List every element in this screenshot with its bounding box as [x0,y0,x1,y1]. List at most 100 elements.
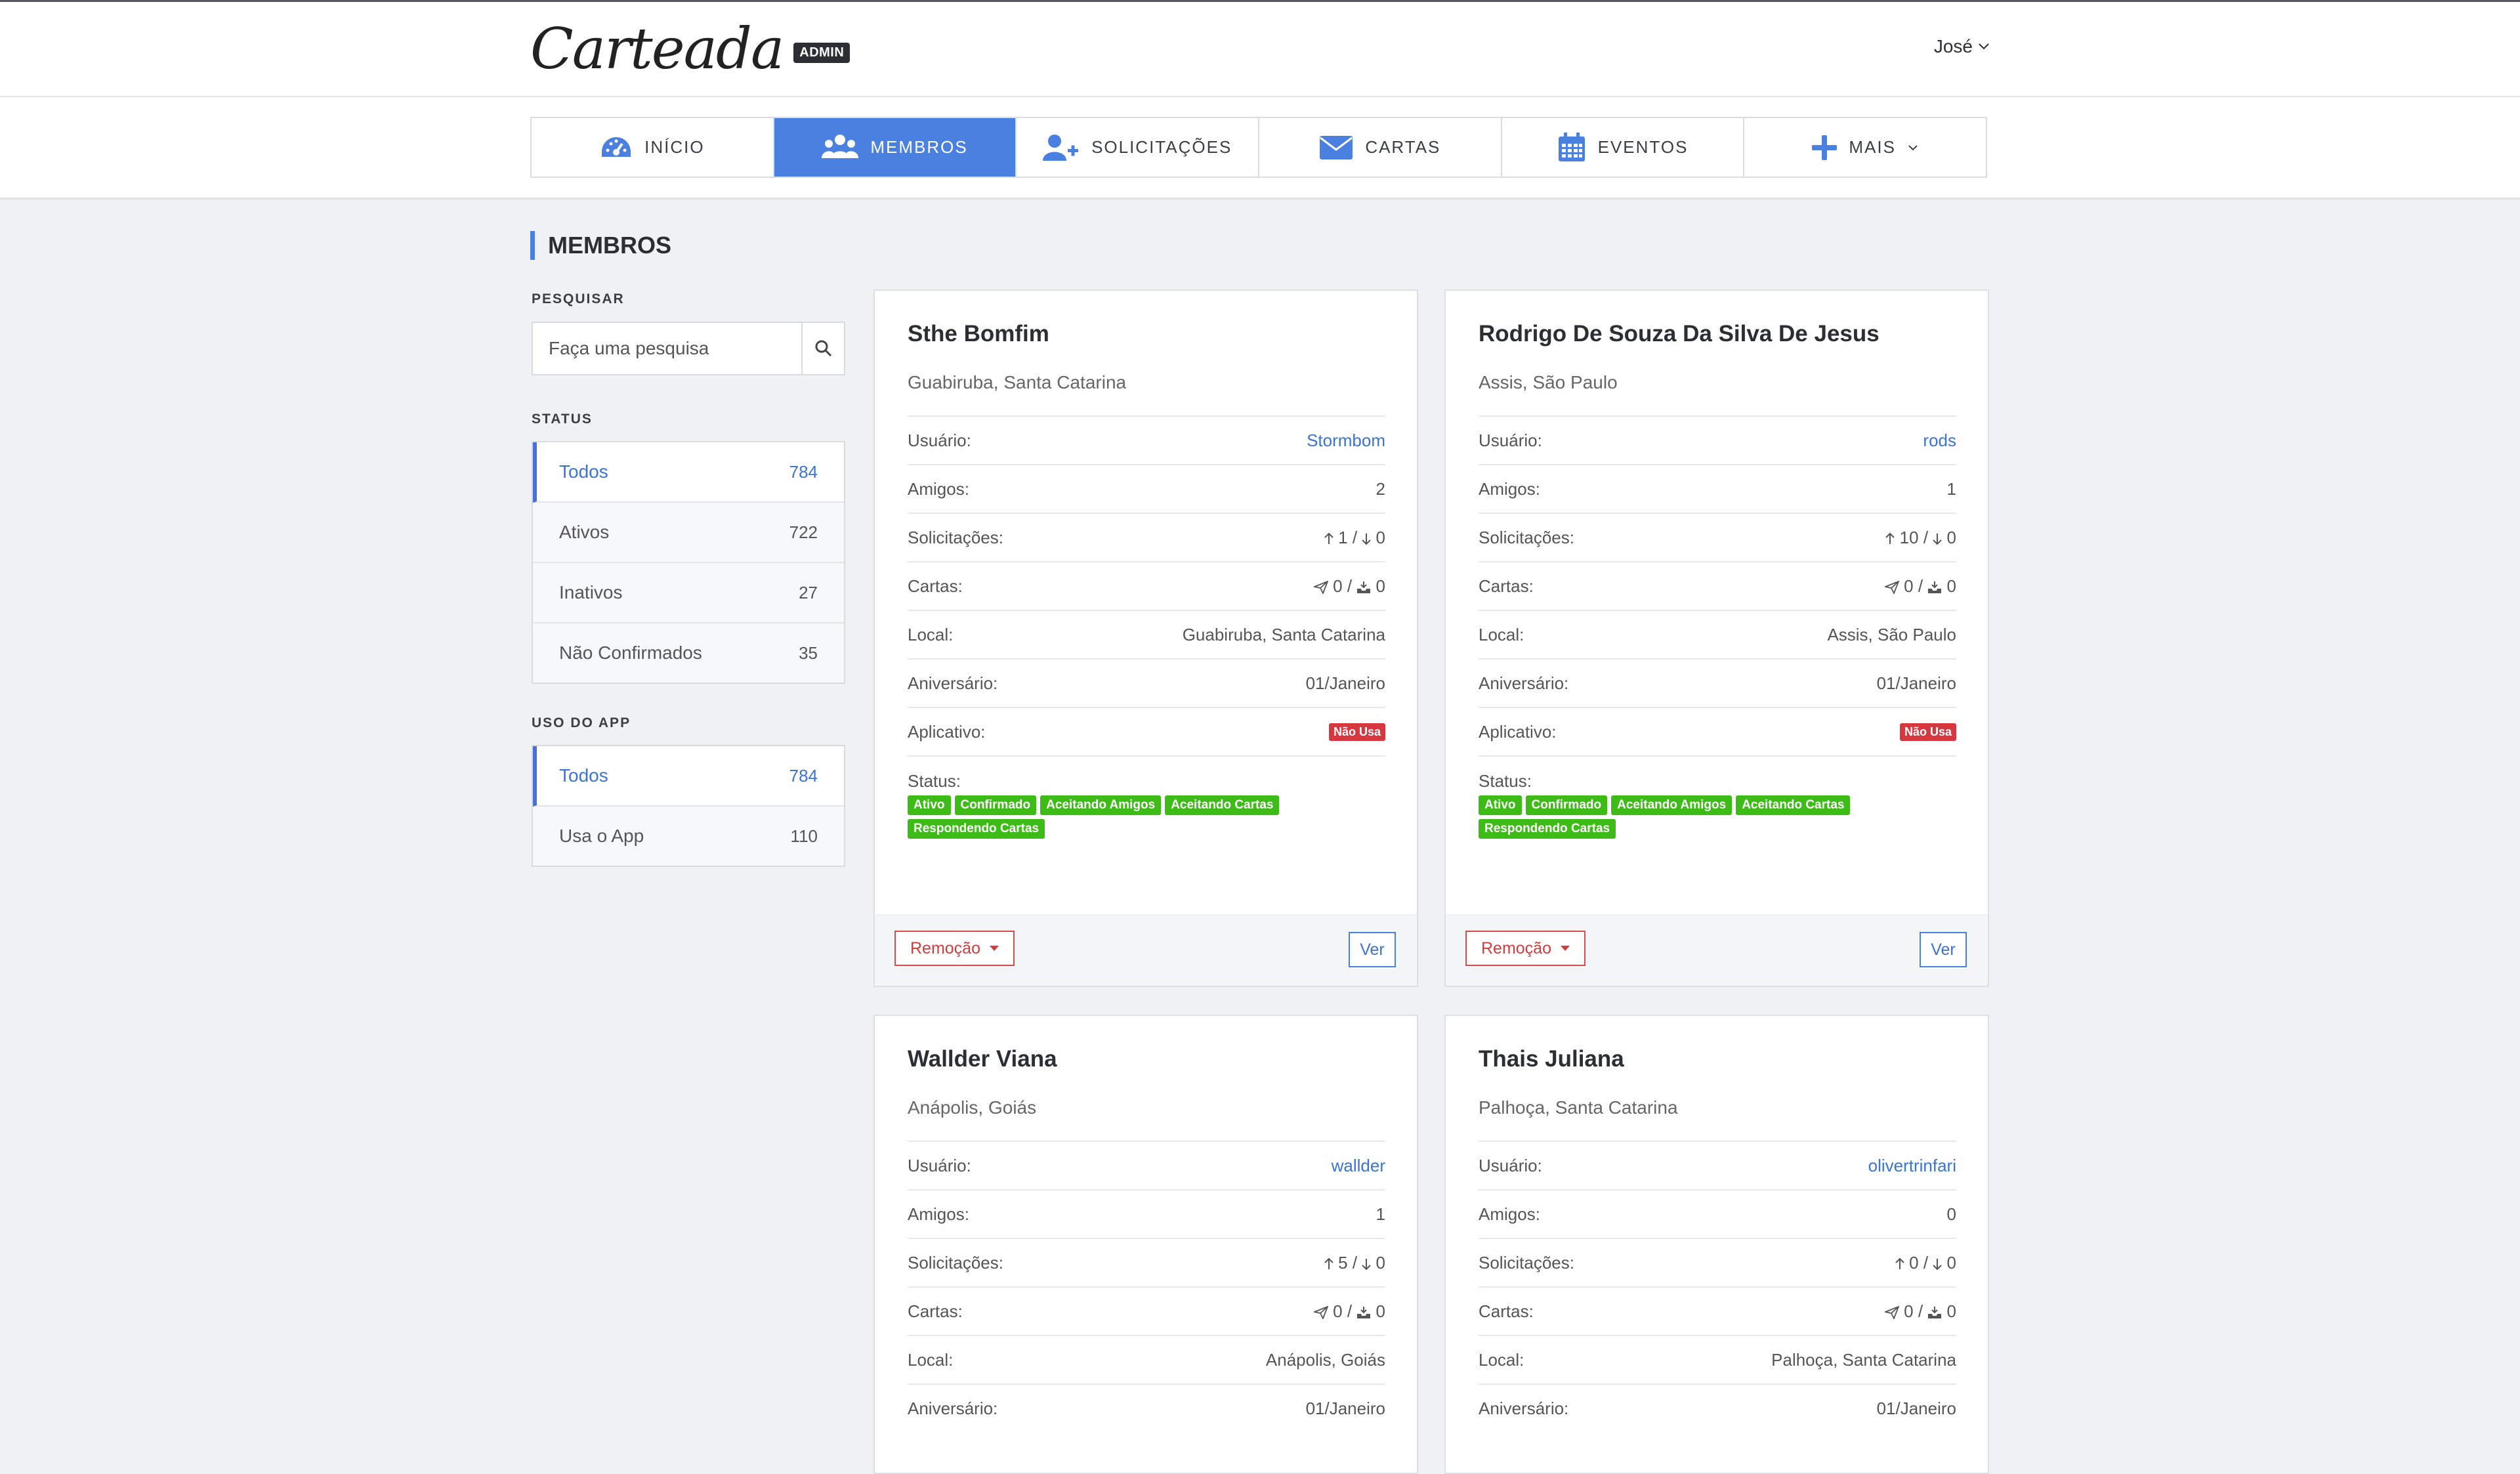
status-filter-ativos[interactable]: Ativos 722 [533,503,844,563]
username-link[interactable]: rods [1923,431,1956,451]
arrow-down-icon [1933,1258,1942,1271]
member-details: Usuário: rods Amigos: 1 Solicitações: 10 / 0… [1479,415,1956,839]
nav-inicio[interactable]: INÍCIO [532,118,774,177]
status-badge: Aceitando Amigos [1040,795,1162,815]
separator: / [1923,1252,1929,1273]
detail-label: Solicitações: [1479,527,1574,547]
detail-label: Local: [908,624,954,644]
nav-label: CARTAS [1365,137,1441,157]
requests-value: 10 / 0 [1885,528,1956,548]
app-usage-filter-label: USO DO APP [532,715,631,730]
requests-received: 0 [1376,1252,1385,1273]
requests-sent: 5 [1338,1252,1348,1273]
status-badge: Ativo [908,795,951,815]
separator: / [1347,1301,1353,1321]
birthday-value: 01/Janeiro [1305,1398,1385,1418]
card-footer: Remoção Ver [875,914,1417,986]
chevron-down-icon [1908,144,1918,150]
caret-down-icon [990,946,999,951]
username-link[interactable]: Stormbom [1307,431,1385,451]
remove-dropdown-button[interactable]: Remoção [1465,931,1586,966]
nav-label: EVENTOS [1597,137,1689,157]
detail-row-birthday: Aniversário: 01/Janeiro [908,658,1385,707]
top-bar: Carteada ADMIN José [0,0,2520,97]
member-location: Anápolis, Goiás [908,1097,1037,1118]
chevron-down-icon [1979,43,1989,50]
search-button[interactable] [801,323,844,374]
calendar-icon [1558,132,1585,161]
detail-label: Cartas: [1479,1301,1534,1321]
detail-label: Amigos: [908,478,969,499]
letters-sent: 0 [1904,576,1914,596]
local-value: Palhoça, Santa Catarina [1771,1349,1956,1370]
member-name: Wallder Viana [908,1046,1057,1072]
status-filter-inativos[interactable]: Inativos 27 [533,563,844,623]
separator: / [1352,1252,1358,1273]
user-name: José [1933,36,1973,56]
nav-mais[interactable]: MAIS [1744,118,1986,177]
nav-label: MEMBROS [870,137,968,157]
detail-row-friends: Amigos: 2 [908,464,1385,513]
member-name: Rodrigo De Souza Da Silva De Jesus [1479,321,1880,347]
username-link[interactable]: olivertrinfari [1868,1156,1956,1176]
status-badge: Aceitando Cartas [1165,795,1280,815]
detail-row-local: Local: Assis, São Paulo [1479,610,1956,658]
logo[interactable]: Carteada ADMIN [530,16,850,82]
view-button[interactable]: Ver [1920,932,1967,967]
paper-plane-icon [1884,580,1899,594]
remove-label: Remoção [910,938,980,958]
user-menu[interactable]: José [1934,36,1990,57]
arrow-up-icon [1885,532,1895,544]
requests-received: 0 [1946,1252,1956,1273]
nav-label: SOLICITAÇÕES [1091,137,1232,157]
detail-row-status: Status: Ativo Confirmado Aceitando Amigos Ac… [1479,755,1956,839]
nav-membros[interactable]: MEMBROS [774,118,1017,177]
remove-dropdown-button[interactable]: Remoção [894,931,1015,966]
letters-sent: 0 [1333,576,1343,596]
detail-label: Local: [1479,624,1524,644]
filter-count: 784 [789,765,818,786]
nav-solicitacoes[interactable]: SOLICITAÇÕES [1017,118,1260,177]
nav-label: INÍCIO [644,137,705,157]
search-input[interactable] [533,323,801,374]
separator: / [1352,527,1358,547]
detail-label: Usuário: [1479,1155,1542,1175]
detail-row-status: Status: Ativo Confirmado Aceitando Amigos Ac… [908,755,1385,839]
status-filter-todos[interactable]: Todos 784 [533,442,844,503]
username-link[interactable]: wallder [1332,1156,1385,1176]
status-badges: Ativo Confirmado Aceitando Amigos Aceitando… [1479,795,1938,839]
detail-row-letters: Cartas: 0 / 0 [908,561,1385,610]
detail-row-local: Local: Guabiruba, Santa Catarina [908,610,1385,658]
letters-sent: 0 [1904,1301,1914,1321]
dashboard-icon [602,137,631,157]
detail-row-requests: Solicitações: 0 / 0 [1479,1238,1956,1286]
detail-label: Usuário: [1479,430,1542,450]
status-filter-nao-confirmados[interactable]: Não Confirmados 35 [533,623,844,683]
detail-row-requests: Solicitações: 10 / 0 [1479,513,1956,561]
separator: / [1923,527,1929,547]
paper-plane-icon [1884,1305,1899,1319]
filter-label: Inativos [559,582,623,602]
detail-row-local: Local: Anápolis, Goiás [908,1335,1385,1383]
app-filter-usa-o-app[interactable]: Usa o App 110 [533,807,844,866]
requests-value: 0 / 0 [1895,1253,1956,1273]
nav-eventos[interactable]: EVENTOS [1502,118,1745,177]
letters-received: 0 [1376,576,1385,596]
plus-icon [1812,135,1838,160]
member-card: Thais Juliana Palhoça, Santa Catarina Usuá… [1444,1015,1989,1474]
status-badge: Respondendo Cartas [1479,819,1616,839]
paper-plane-icon [1313,580,1328,594]
detail-label: Status: [1479,771,1532,791]
nav-cartas[interactable]: CARTAS [1259,118,1502,177]
detail-label: Local: [908,1349,954,1370]
inbox-download-icon [1928,1306,1942,1318]
app-filter-todos[interactable]: Todos 784 [533,746,844,807]
detail-label: Cartas: [908,1301,963,1321]
status-filter-list: Todos 784 Ativos 722 Inativos 27 Não Con… [532,441,845,684]
detail-label: Aniversário: [908,673,998,693]
requests-received: 0 [1946,527,1956,547]
logo-text: Carteada [530,16,784,82]
letters-value: 0 / 0 [1313,1301,1385,1322]
view-button[interactable]: Ver [1349,932,1396,967]
detail-label: Aplicativo: [1479,721,1557,742]
